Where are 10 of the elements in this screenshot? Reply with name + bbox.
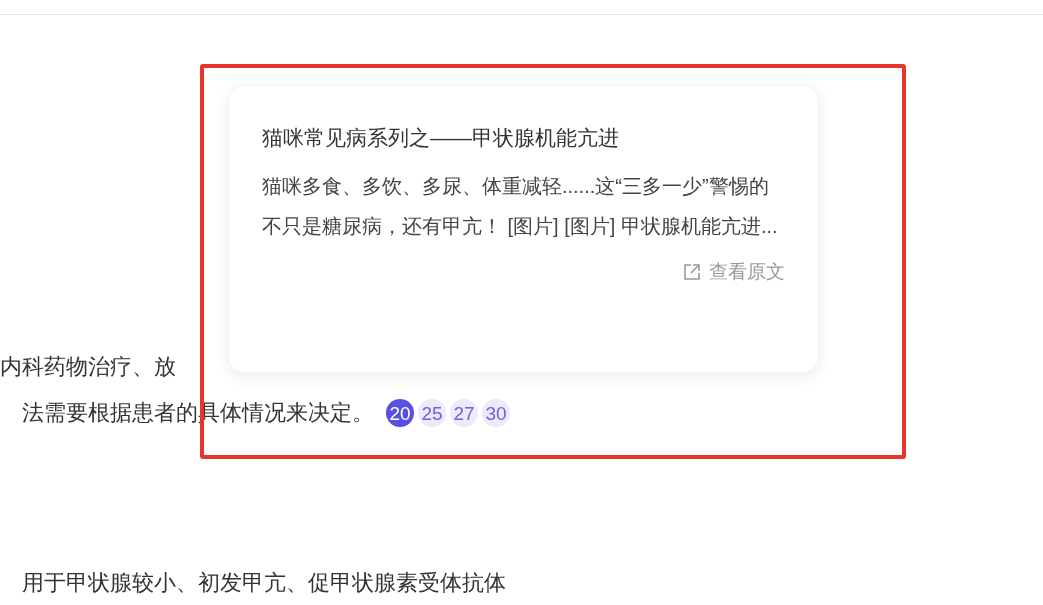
citation-badge[interactable]: 25 (418, 399, 446, 427)
external-link-icon (683, 263, 701, 282)
citation-badge[interactable]: 20 (386, 399, 414, 427)
answer-text: 用于甲状腺较小、初发甲亢、促甲状腺素受体抗体 (22, 569, 506, 597)
answer-text: 内科药物治疗、放 (0, 353, 176, 381)
card-excerpt: 猫咪多食、多饮、多尿、体重减轻......这“三多一少”警惕的不只是糖尿病，还有甲亢！ [图片] [图片] 甲状腺机能亢进... (262, 174, 779, 239)
citation-badge[interactable]: 30 (482, 399, 510, 427)
card-title: 猫咪常见病系列之——甲状腺机能亢进 (262, 125, 619, 151)
view-original-link[interactable]: 查看原文 (683, 258, 785, 287)
citation-badge[interactable]: 27 (450, 399, 478, 427)
